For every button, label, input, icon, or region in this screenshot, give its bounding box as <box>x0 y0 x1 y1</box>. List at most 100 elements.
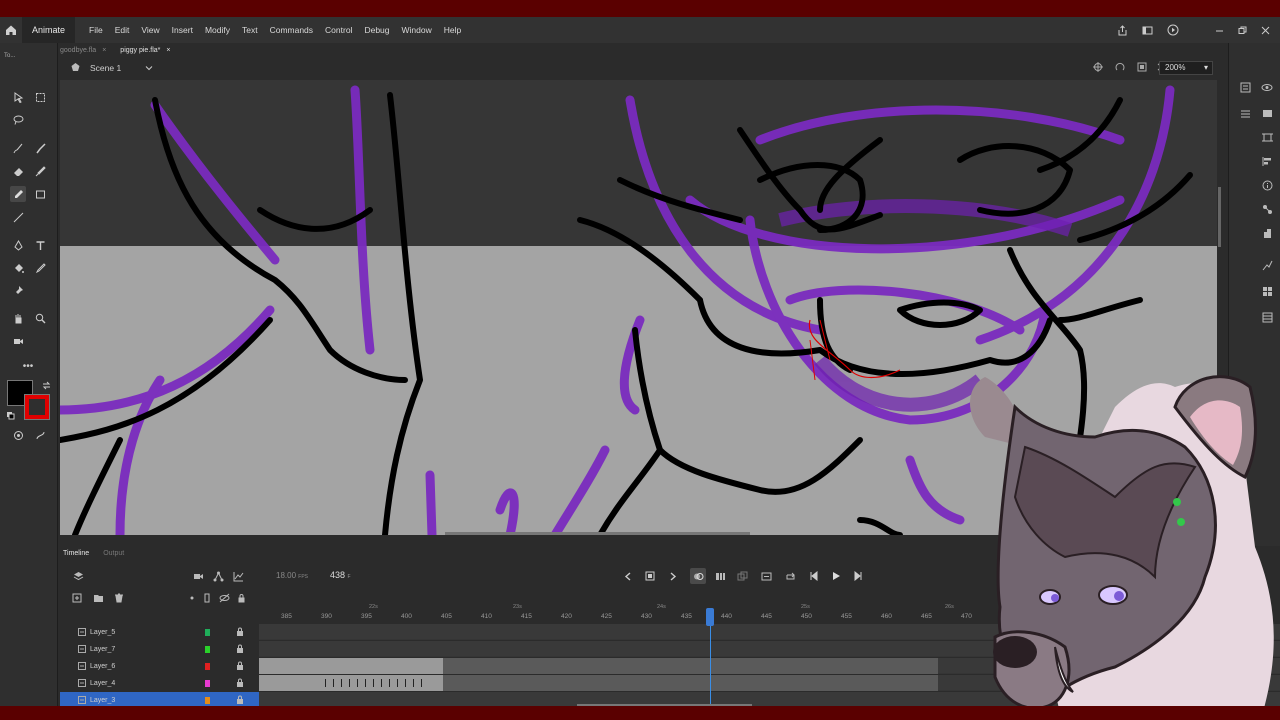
playhead-handle[interactable] <box>706 608 714 626</box>
clip-icon[interactable] <box>1137 62 1147 72</box>
layer-row[interactable]: Layer_6 <box>60 658 259 674</box>
rectangle-tool-icon[interactable] <box>32 186 48 202</box>
motion-presets-icon[interactable] <box>1259 225 1275 241</box>
tab-close-icon[interactable]: × <box>166 47 170 54</box>
zoom-select[interactable]: 200% ▾ <box>1159 61 1213 75</box>
object-drawing-icon[interactable] <box>10 427 26 443</box>
highlight-dot-icon[interactable] <box>184 590 200 606</box>
lasso-tool-icon[interactable] <box>10 112 26 128</box>
info-icon[interactable] <box>1259 177 1275 193</box>
rotate-stage-icon[interactable] <box>1115 62 1125 72</box>
menu-item-text[interactable]: Text <box>236 25 264 35</box>
close-icon[interactable] <box>1261 26 1270 35</box>
menu-item-modify[interactable]: Modify <box>199 25 236 35</box>
current-frame[interactable]: 438 <box>330 570 345 580</box>
menu-item-commands[interactable]: Commands <box>264 25 319 35</box>
layer-color-swatch[interactable] <box>205 629 210 636</box>
fps-value[interactable]: 18.00 <box>276 571 296 580</box>
eraser-tool-icon[interactable] <box>10 163 26 179</box>
library-icon[interactable] <box>1237 105 1253 121</box>
layer-row[interactable]: Layer_4 <box>60 675 259 691</box>
step-forward-icon[interactable] <box>850 568 866 584</box>
test-movie-icon[interactable] <box>1167 24 1179 36</box>
layer-color-swatch[interactable] <box>205 646 210 653</box>
onion-skin-icon[interactable] <box>690 568 706 584</box>
home-icon[interactable] <box>0 17 22 43</box>
eye-icon[interactable] <box>1259 79 1275 95</box>
frame-span[interactable] <box>443 675 938 691</box>
tab-timeline[interactable]: Timeline <box>63 550 89 557</box>
fluid-brush-icon[interactable] <box>32 163 48 179</box>
selection-tool-icon[interactable] <box>10 89 26 105</box>
step-back-icon[interactable] <box>806 568 822 584</box>
pen-tool-icon[interactable] <box>10 237 26 253</box>
graph-icon[interactable] <box>230 568 246 584</box>
edit-multiple-frames-icon[interactable] <box>734 568 750 584</box>
lock-icon[interactable] <box>236 695 244 706</box>
brush-tool-icon[interactable] <box>10 140 26 156</box>
fill-color-swatch[interactable] <box>24 394 50 420</box>
workspace-icon[interactable] <box>1142 25 1153 36</box>
new-folder-icon[interactable] <box>90 590 106 606</box>
menu-item-debug[interactable]: Debug <box>358 25 395 35</box>
properties-icon[interactable] <box>1237 79 1253 95</box>
share-icon[interactable] <box>1117 24 1128 36</box>
frame-picker-icon[interactable] <box>1259 309 1275 325</box>
lock-icon[interactable] <box>236 661 244 672</box>
menu-item-view[interactable]: View <box>135 25 165 35</box>
menu-item-help[interactable]: Help <box>438 25 467 35</box>
previous-keyframe-icon[interactable] <box>620 568 636 584</box>
smoothing-icon[interactable] <box>32 427 48 443</box>
menu-item-control[interactable]: Control <box>319 25 358 35</box>
tab-output[interactable]: Output <box>103 550 124 557</box>
paint-bucket-icon[interactable] <box>10 260 26 276</box>
frame-span[interactable] <box>259 658 443 674</box>
lock-icon[interactable] <box>236 627 244 638</box>
new-layer-icon[interactable] <box>69 590 85 606</box>
motion-tween-icon[interactable] <box>758 568 774 584</box>
stage-scrollbar[interactable] <box>445 532 750 535</box>
camera-tool-icon[interactable] <box>10 333 26 349</box>
minimize-icon[interactable] <box>1215 26 1224 35</box>
pin-tool-icon[interactable] <box>10 282 26 298</box>
layer-color-swatch[interactable] <box>205 680 210 687</box>
menu-item-edit[interactable]: Edit <box>109 25 136 35</box>
outline-icon[interactable] <box>199 590 215 606</box>
layer-color-swatch[interactable] <box>205 663 210 670</box>
assets-icon[interactable] <box>1259 105 1275 121</box>
line-tool-icon[interactable] <box>10 209 26 225</box>
layer-row[interactable]: Layer_5 <box>60 624 259 640</box>
loop-icon[interactable] <box>782 568 798 584</box>
paint-brush-icon[interactable] <box>32 140 48 156</box>
tab-goodbye[interactable]: goodbye.fla × <box>60 47 106 54</box>
menu-item-window[interactable]: Window <box>396 25 438 35</box>
tab-close-icon[interactable]: × <box>102 47 106 54</box>
insert-keyframe-icon[interactable] <box>642 568 658 584</box>
pencil-tool-icon[interactable] <box>10 186 26 202</box>
frame-span[interactable] <box>443 658 938 674</box>
timeline-scrollbar[interactable] <box>577 704 752 706</box>
play-icon[interactable] <box>828 568 844 584</box>
center-stage-icon[interactable] <box>1093 62 1103 72</box>
text-tool-icon[interactable] <box>32 237 48 253</box>
playhead[interactable] <box>710 624 711 706</box>
layer-color-swatch[interactable] <box>205 697 210 704</box>
layer-row[interactable]: Layer_3 <box>60 692 259 706</box>
align-icon[interactable] <box>1259 153 1275 169</box>
visibility-icon[interactable] <box>216 590 232 606</box>
hand-tool-icon[interactable] <box>10 310 26 326</box>
chevron-down-icon[interactable] <box>145 64 153 72</box>
lock-icon[interactable] <box>236 678 244 689</box>
transform-icon[interactable] <box>1259 129 1275 145</box>
components-icon[interactable] <box>1259 201 1275 217</box>
menu-item-insert[interactable]: Insert <box>166 25 199 35</box>
swap-colors-icon[interactable] <box>38 377 54 393</box>
code-snippets-icon[interactable] <box>1259 257 1275 273</box>
delete-layer-icon[interactable] <box>111 590 127 606</box>
default-colors-icon[interactable] <box>2 407 18 423</box>
swatches-icon[interactable] <box>1259 283 1275 299</box>
free-transform-icon[interactable] <box>32 89 48 105</box>
menu-item-file[interactable]: File <box>83 25 109 35</box>
zoom-tool-icon[interactable] <box>32 310 48 326</box>
layer-row[interactable]: Layer_7 <box>60 641 259 657</box>
